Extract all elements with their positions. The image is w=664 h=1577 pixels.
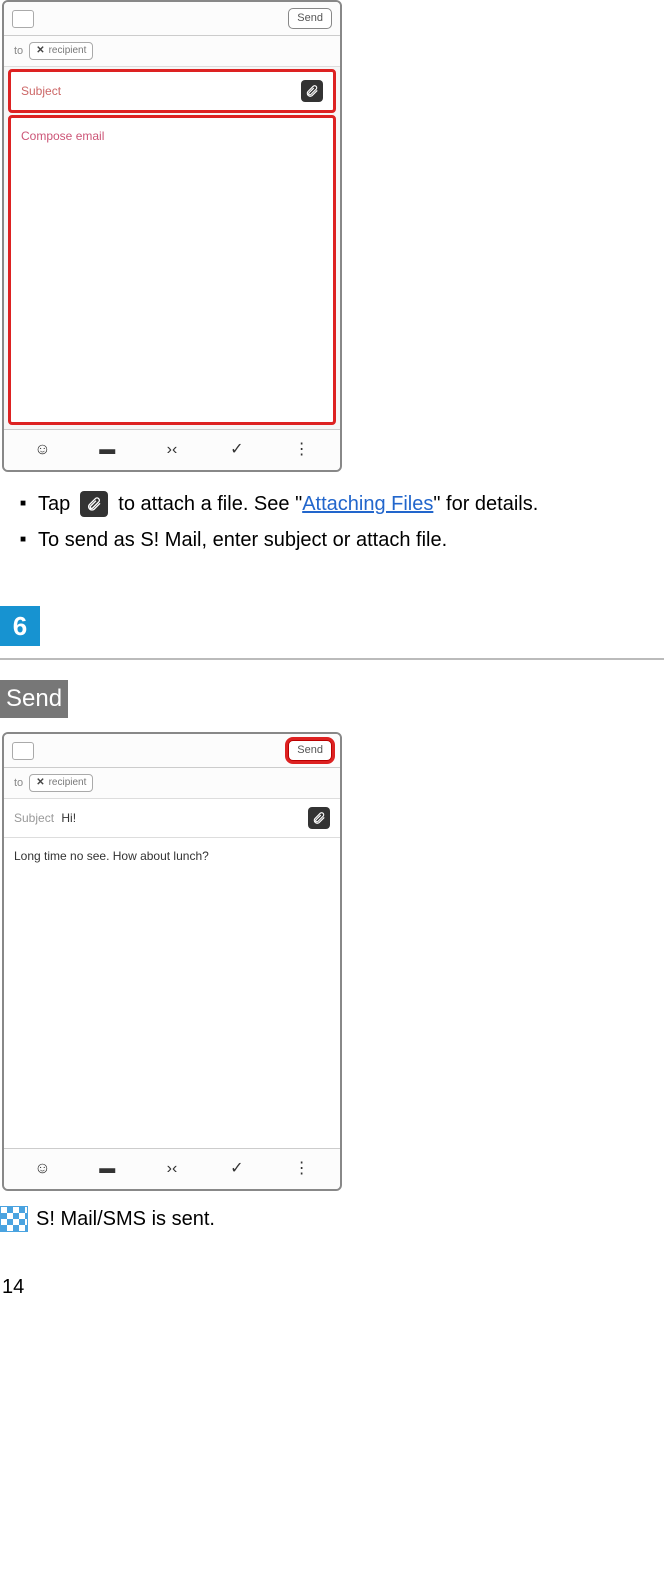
collapse-icon: ›‹ — [160, 1159, 184, 1179]
subject-label: Subject — [14, 811, 54, 825]
compose-screenshot-1: Send to ✕ recipient Subject Compose emai… — [2, 0, 342, 472]
to-field-2: to ✕ recipient — [4, 768, 340, 799]
to-label: to — [14, 776, 23, 791]
emoji-icon: ☺ — [30, 440, 54, 460]
subject-field: Subject Hi! — [4, 799, 340, 838]
compose-screenshot-2: Send to ✕ recipient Subject Hi! Long tim… — [2, 732, 342, 1191]
menu-icon: ⋮ — [290, 440, 314, 460]
body-field: Long time no see. How about lunch? — [4, 838, 340, 1148]
remove-recipient-icon: ✕ — [36, 776, 44, 790]
send-button: Send — [288, 8, 332, 29]
attach-icon — [301, 80, 323, 102]
recipient-chip: ✕ recipient — [29, 42, 93, 60]
check-icon: ✓ — [225, 1159, 249, 1179]
body-text: Long time no see. How about lunch? — [14, 849, 209, 863]
attaching-files-link[interactable]: Attaching Files — [302, 493, 433, 515]
step-separator — [0, 658, 664, 660]
card-icon: ▬ — [95, 440, 119, 460]
subject-value: Hi! — [61, 811, 76, 825]
result-text: S! Mail/SMS is sent. — [36, 1205, 215, 1233]
note-smail-text: To send as S! Mail, enter subject or att… — [38, 526, 447, 554]
finish-flag-icon — [0, 1206, 28, 1232]
attach-icon — [308, 807, 330, 829]
compose-bottom-bar: ☺ ▬ ›‹ ✓ ⋮ — [4, 429, 340, 470]
result-line: S! Mail/SMS is sent. — [0, 1205, 664, 1233]
check-icon: ✓ — [225, 440, 249, 460]
recipient-name: recipient — [49, 776, 87, 790]
note-attach: Tap to attach a file. See "Attaching Fil… — [20, 486, 664, 522]
to-label: to — [14, 44, 23, 59]
note-smail: To send as S! Mail, enter subject or att… — [20, 522, 664, 558]
note-attach-mid: to attach a file. See "Attaching Files" … — [118, 490, 538, 518]
attach-icon-inline — [80, 491, 108, 517]
compose-bottom-bar-2: ☺ ▬ ›‹ ✓ ⋮ — [4, 1148, 340, 1189]
menu-icon: ⋮ — [290, 1159, 314, 1179]
note-attach-pre: Tap — [38, 490, 70, 518]
back-icon — [12, 742, 34, 760]
compose-header-2: Send — [4, 734, 340, 768]
body-field-highlighted: Compose email — [8, 115, 336, 425]
collapse-icon: ›‹ — [160, 440, 184, 460]
card-icon: ▬ — [95, 1159, 119, 1179]
body-placeholder: Compose email — [21, 129, 104, 143]
recipient-name: recipient — [49, 44, 87, 58]
notes-list: Tap to attach a file. See "Attaching Fil… — [0, 472, 664, 566]
compose-header: Send — [4, 2, 340, 36]
remove-recipient-icon: ✕ — [36, 44, 44, 58]
subject-field-highlighted: Subject — [8, 69, 336, 113]
page-number: 14 — [0, 1273, 664, 1301]
to-field: to ✕ recipient — [4, 36, 340, 67]
emoji-icon: ☺ — [30, 1159, 54, 1179]
subject-placeholder: Subject — [21, 83, 61, 100]
recipient-chip: ✕ recipient — [29, 774, 93, 792]
send-button-highlighted: Send — [288, 740, 332, 761]
step-number-badge: 6 — [0, 606, 40, 646]
step-action: Send — [0, 680, 68, 718]
back-icon — [12, 10, 34, 28]
